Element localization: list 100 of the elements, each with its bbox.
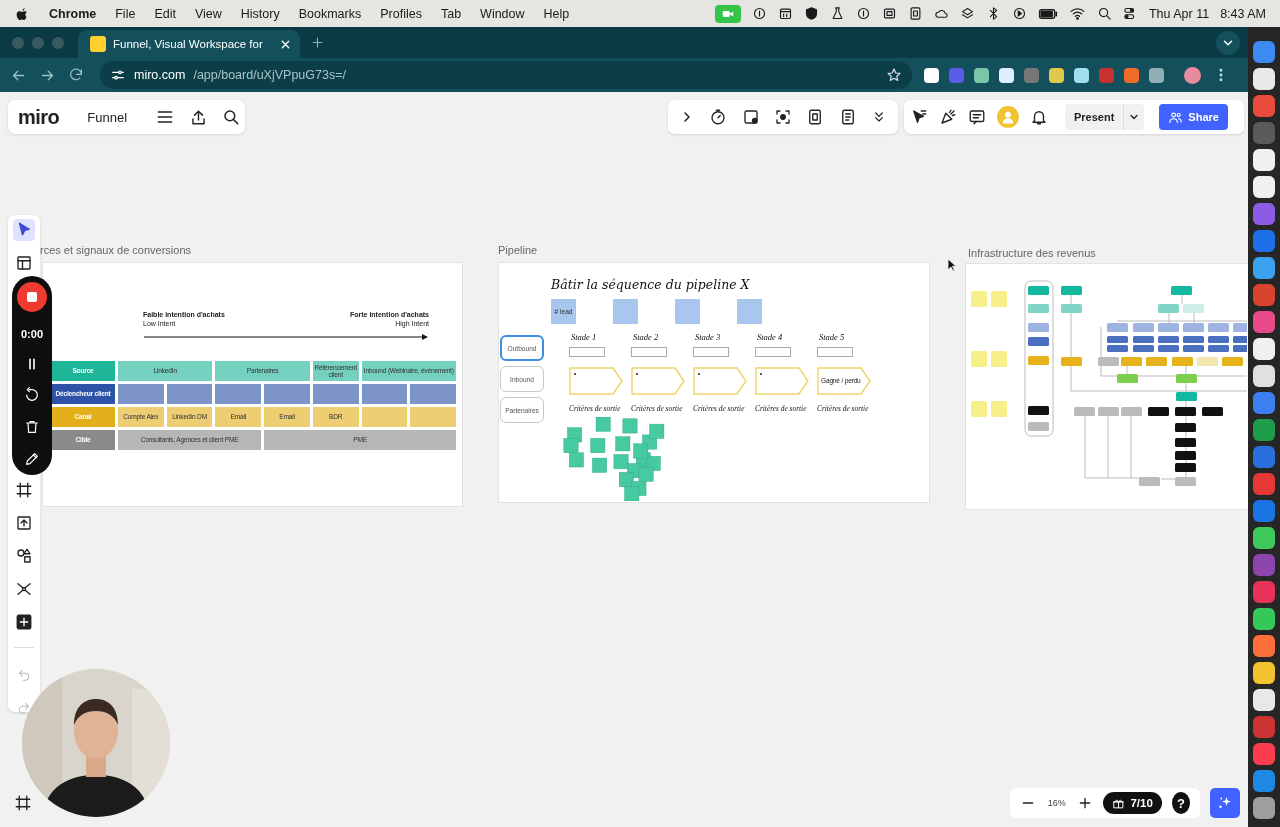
layers-icon[interactable] (959, 6, 975, 21)
templates-icon (15, 254, 33, 272)
ai-assistant-button[interactable] (1210, 788, 1240, 818)
stage-field (817, 347, 853, 357)
blank-block (215, 384, 262, 404)
blank-block (118, 384, 164, 404)
app-icon[interactable] (1253, 797, 1275, 819)
shield-icon[interactable] (803, 6, 819, 21)
tab-search-button[interactable] (1216, 30, 1240, 55)
credits-button[interactable]: 7/10 (1103, 792, 1162, 814)
search-icon[interactable] (1096, 6, 1112, 21)
play-icon[interactable] (1011, 6, 1027, 21)
app-menu[interactable]: Chrome (49, 6, 97, 21)
trash-icon[interactable] (24, 419, 40, 436)
frames-icon[interactable] (14, 794, 32, 812)
party-popper-icon[interactable] (939, 108, 957, 126)
app-icon[interactable] (1253, 662, 1275, 684)
present-button[interactable]: Present (1065, 104, 1124, 130)
circle-icon[interactable] (751, 6, 767, 21)
board-name[interactable]: Funnel (87, 109, 128, 125)
menu-item[interactable]: History (240, 6, 280, 21)
help-button[interactable]: ? (1171, 792, 1190, 814)
blank-block (361, 407, 408, 427)
cursor-icon[interactable] (910, 108, 928, 126)
circle-icon[interactable] (855, 6, 871, 21)
mindmap-icon (15, 580, 33, 598)
people-icon (1168, 109, 1184, 125)
bell-icon[interactable] (1030, 108, 1048, 126)
address-field[interactable]: miro.com /app/board/uXjVPpuG73s=/ (100, 61, 912, 89)
app-icon[interactable] (1253, 365, 1275, 387)
calendar-icon[interactable] (777, 6, 793, 21)
card-icon[interactable] (741, 108, 760, 126)
app-icon[interactable] (1253, 149, 1275, 171)
miro-logo[interactable]: miro (18, 105, 60, 129)
flask-icon[interactable] (829, 6, 845, 21)
menu-item[interactable]: Window (480, 6, 525, 21)
focus-icon[interactable] (774, 108, 792, 126)
extension-icon[interactable] (1149, 67, 1164, 83)
app-icon[interactable] (1253, 635, 1275, 657)
search-icon[interactable] (222, 108, 241, 126)
timer-icon[interactable] (709, 108, 728, 126)
reload-icon[interactable] (68, 67, 84, 83)
stop-recording-button[interactable] (17, 282, 47, 312)
stage-arrow-shape (693, 367, 747, 395)
app-icon[interactable] (1253, 527, 1275, 549)
share-button[interactable]: Share (1159, 104, 1228, 130)
wifi-icon[interactable] (1068, 5, 1086, 22)
favicon-icon (90, 36, 106, 52)
blank-block (410, 384, 456, 404)
stage-field (569, 347, 605, 357)
restart-icon[interactable] (24, 387, 40, 404)
app-icon[interactable] (1253, 68, 1275, 90)
menu-item[interactable]: Bookmarks (298, 6, 362, 21)
comment-icon[interactable] (968, 108, 986, 126)
new-tab-icon[interactable] (310, 35, 325, 50)
stage-label: Stade 4 (757, 332, 783, 342)
blank-block (312, 384, 359, 404)
stage-arrow-shape (569, 367, 623, 395)
app-icon[interactable] (1253, 338, 1275, 360)
menu-item[interactable]: Tab (440, 6, 462, 21)
present-options-button[interactable] (1123, 104, 1145, 130)
frame-title[interactable]: rces et signaux de conversions (40, 244, 192, 256)
menu-item[interactable]: Help (543, 6, 570, 21)
menu-item[interactable]: File (115, 6, 136, 21)
menu-item[interactable]: Edit (154, 6, 176, 21)
stage-arrow-shape (817, 367, 871, 395)
zoom-level[interactable]: 16% (1046, 798, 1068, 808)
sticky-note (613, 299, 638, 324)
extension-icon[interactable] (1049, 67, 1064, 83)
blank-block (410, 407, 456, 427)
extension-icon[interactable] (999, 67, 1014, 83)
frame-title[interactable]: Pipeline (498, 244, 538, 256)
blank-block (264, 384, 310, 404)
window-icon[interactable] (881, 6, 897, 21)
time-text[interactable]: 8:43 AM (1220, 6, 1266, 21)
toolbar-tool[interactable] (13, 219, 35, 241)
app-icon[interactable] (1253, 176, 1275, 198)
date-text[interactable]: Thu Apr 11 (1148, 6, 1210, 21)
extension-icon[interactable] (1074, 67, 1089, 83)
pen-icon[interactable] (24, 451, 40, 467)
frame-icon (15, 481, 33, 499)
menu-item[interactable]: Profiles (380, 6, 422, 21)
menu-item[interactable]: View (194, 6, 222, 21)
extension-icon[interactable] (924, 67, 939, 83)
board-heading: Bâtir la séquence du pipeline X (551, 277, 750, 292)
frame-title[interactable]: Infrastructure des revenus (968, 247, 1096, 259)
app-icon[interactable] (1253, 257, 1275, 279)
blank-block (361, 384, 408, 404)
browser-tab[interactable]: Funnel, Visual Workspace for (78, 30, 300, 58)
square-icon[interactable] (907, 6, 923, 21)
add-icon (15, 613, 33, 631)
profile-avatar[interactable] (1184, 66, 1201, 84)
sticky-note (675, 299, 700, 324)
extension-icon[interactable] (974, 67, 989, 83)
app-icon[interactable] (1253, 689, 1275, 711)
app-icon[interactable] (1253, 608, 1275, 630)
redo-icon (17, 701, 31, 715)
stage-field (755, 347, 791, 357)
bookmark-star-icon[interactable] (886, 67, 902, 83)
mouse-pointer-icon (947, 258, 957, 272)
